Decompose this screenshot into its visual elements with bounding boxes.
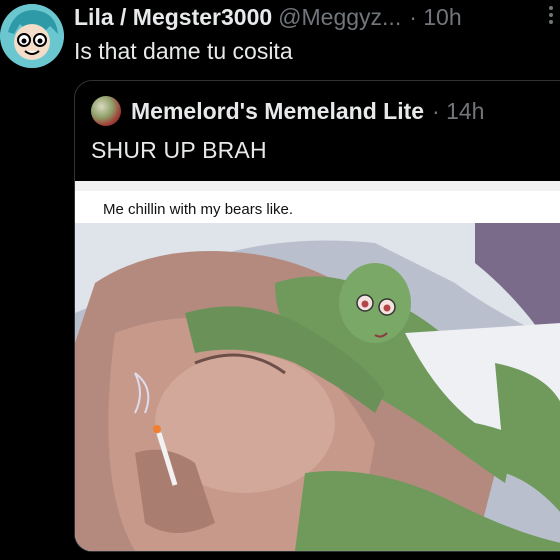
tweet-header: Lila / Megster3000 @Meggyz... · 10h	[74, 2, 560, 32]
meme-illustration	[75, 223, 560, 551]
display-name[interactable]: Lila / Megster3000	[74, 4, 272, 31]
quoted-tweet[interactable]: Memelord's Memeland Lite · 14h SHUR UP B…	[74, 80, 560, 552]
media-top-strip	[75, 181, 560, 191]
quote-text: SHUR UP BRAH	[91, 137, 267, 163]
quote-header: Memelord's Memeland Lite · 14h	[91, 95, 484, 127]
quote-avatar[interactable]	[91, 96, 121, 126]
media-caption: Me chillin with my bears like.	[103, 201, 294, 218]
avatar[interactable]	[0, 4, 64, 68]
avatar-illustration	[0, 4, 64, 68]
tweet-text: Is that dame tu cosita	[74, 38, 293, 64]
quote-timestamp[interactable]: · 14h	[432, 98, 484, 125]
user-handle[interactable]: @Meggyz...	[278, 4, 401, 31]
more-icon[interactable]	[548, 6, 554, 28]
timestamp[interactable]: · 10h	[409, 4, 461, 31]
quote-media[interactable]: Me chillin with my bears like.	[75, 181, 560, 551]
quote-display-name[interactable]: Memelord's Memeland Lite	[131, 98, 424, 125]
